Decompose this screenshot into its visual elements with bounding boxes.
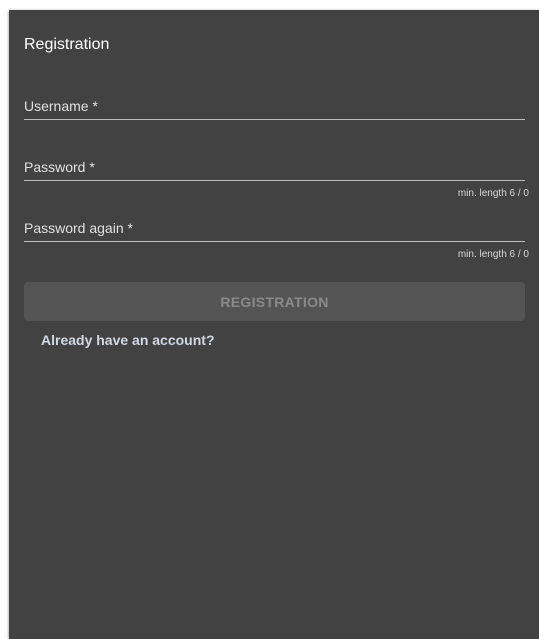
- password-again-length-hint: min. length 6 / 0: [457, 249, 529, 260]
- password-again-field-container: [24, 216, 525, 242]
- form-title: Registration: [24, 36, 110, 53]
- registration-button[interactable]: REGISTRATION: [24, 282, 525, 321]
- username-field-container: [24, 94, 525, 120]
- username-input[interactable]: [24, 94, 525, 118]
- already-have-account-link[interactable]: Already have an account?: [41, 331, 215, 349]
- password-input[interactable]: [24, 155, 525, 179]
- registration-panel: Registration min. length 6 / 0 min. leng…: [9, 10, 539, 639]
- password-again-input[interactable]: [24, 216, 525, 240]
- password-length-hint: min. length 6 / 0: [457, 188, 529, 199]
- password-field-container: [24, 155, 525, 181]
